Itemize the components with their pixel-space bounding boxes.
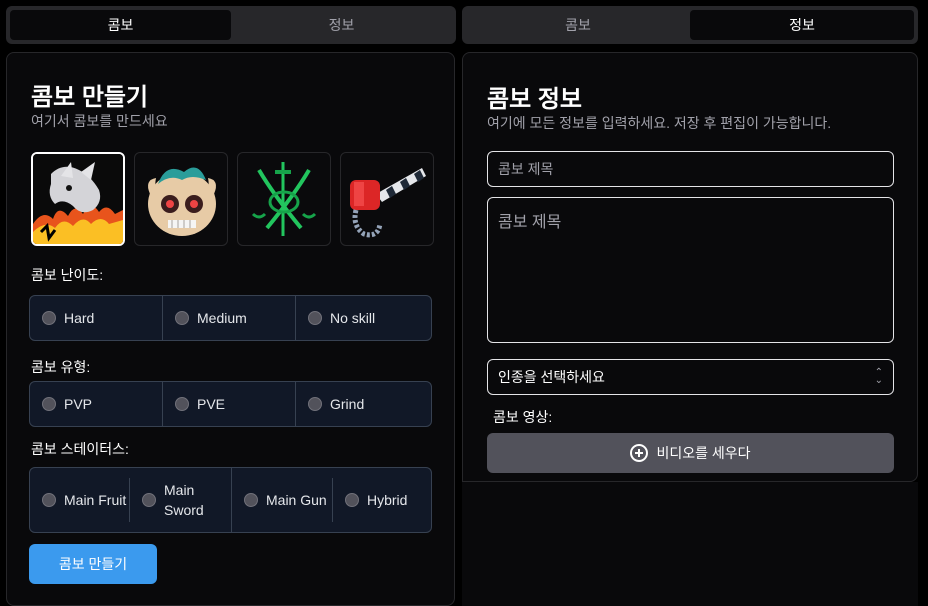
race-select[interactable]: 인종을 선택하세요 ⌃ ⌄ xyxy=(487,359,894,395)
difficulty-option-medium[interactable]: Medium xyxy=(163,296,296,340)
radio-circle-icon xyxy=(42,311,56,325)
gun-icon xyxy=(350,168,426,238)
create-combo-button[interactable]: 콤보 만들기 xyxy=(29,544,157,584)
gun-option[interactable] xyxy=(340,152,434,246)
radio-circle-icon xyxy=(308,397,322,411)
left-tab-bar: 콤보 정보 xyxy=(6,6,456,44)
status-radio-group: Main Fruit Main Sword Main Gun Hybrid xyxy=(29,467,432,533)
difficulty-radio-group: Hard Medium No skill xyxy=(29,295,432,341)
skull-fruit-icon xyxy=(148,167,216,236)
status-label: 콤보 스테이터스: xyxy=(31,441,129,457)
type-option-pve[interactable]: PVE xyxy=(163,382,296,426)
status-option-main-fruit[interactable]: Main Fruit xyxy=(30,468,129,532)
radio-label: Medium xyxy=(197,310,247,326)
radio-label: PVE xyxy=(197,396,226,412)
radio-label: Main Gun xyxy=(266,492,327,508)
tab-combo[interactable]: 콤보 xyxy=(466,10,690,40)
crossed-swords-icon xyxy=(251,162,317,236)
right-tab-bar: 콤보 정보 xyxy=(462,6,918,44)
panel-title: 콤보 만들기 xyxy=(31,84,149,111)
radio-circle-icon xyxy=(345,493,359,507)
race-select-value: 인종을 선택하세요 xyxy=(498,369,605,385)
combo-title-input[interactable]: 콤보 제목 xyxy=(487,151,894,187)
type-radio-group: PVP PVE Grind xyxy=(29,381,432,427)
radio-label: Hard xyxy=(64,310,95,326)
combo-description-textarea[interactable]: 콤보 제목 xyxy=(487,197,894,343)
radio-circle-icon xyxy=(175,397,189,411)
panel-background xyxy=(462,482,918,606)
difficulty-label: 콤보 난이도: xyxy=(31,267,104,283)
radio-circle-icon xyxy=(42,493,56,507)
type-option-grind[interactable]: Grind xyxy=(296,382,431,426)
tab-info[interactable]: 정보 xyxy=(231,10,452,40)
crossed-swords-option[interactable] xyxy=(237,152,331,246)
chevron-up-down-icon: ⌃ ⌄ xyxy=(874,367,883,386)
radio-label: Hybrid xyxy=(367,492,408,508)
radio-label: Grind xyxy=(330,396,365,412)
radio-label: Main Sword xyxy=(164,482,204,518)
difficulty-option-hard[interactable]: Hard xyxy=(30,296,163,340)
add-video-label: 비디오를 세우다 xyxy=(656,445,751,461)
status-option-hybrid[interactable]: Hybrid xyxy=(333,468,431,532)
radio-label: PVP xyxy=(64,396,93,412)
combo-info-panel: 콤보 정보 여기에 모든 정보를 입력하세요. 저장 후 편집이 가능합니다. … xyxy=(462,52,918,482)
radio-circle-icon xyxy=(42,397,56,411)
radio-circle-icon xyxy=(308,311,322,325)
panel-subtitle: 여기서 콤보를 만드세요 xyxy=(31,113,168,129)
radio-circle-icon xyxy=(244,493,258,507)
dragon-fruit-option[interactable] xyxy=(31,152,125,246)
status-option-main-sword[interactable]: Main Sword xyxy=(130,468,231,532)
type-option-pvp[interactable]: PVP xyxy=(30,382,163,426)
status-option-main-gun[interactable]: Main Gun xyxy=(232,468,332,532)
tab-info[interactable]: 정보 xyxy=(690,10,914,40)
radio-label: No skill xyxy=(330,310,376,326)
dragon-fruit-icon xyxy=(33,154,123,244)
fruit-selector xyxy=(31,152,434,246)
radio-label: Main Fruit xyxy=(64,492,127,508)
add-video-button[interactable]: 비디오를 세우다 xyxy=(487,433,894,473)
difficulty-option-no-skill[interactable]: No skill xyxy=(296,296,431,340)
type-label: 콤보 유형: xyxy=(31,359,91,375)
panel-subtitle: 여기에 모든 정보를 입력하세요. 저장 후 편집이 가능합니다. xyxy=(487,115,832,131)
video-label: 콤보 영상: xyxy=(493,409,553,425)
combo-builder-panel: 콤보 만들기 여기서 콤보를 만드세요 콤보 난이도: Hard Medium … xyxy=(6,52,455,606)
panel-title: 콤보 정보 xyxy=(487,86,582,113)
radio-circle-icon xyxy=(142,493,156,507)
skull-fruit-option[interactable] xyxy=(134,152,228,246)
tab-combo[interactable]: 콤보 xyxy=(10,10,231,40)
radio-circle-icon xyxy=(175,311,189,325)
plus-circle-icon xyxy=(630,444,649,462)
